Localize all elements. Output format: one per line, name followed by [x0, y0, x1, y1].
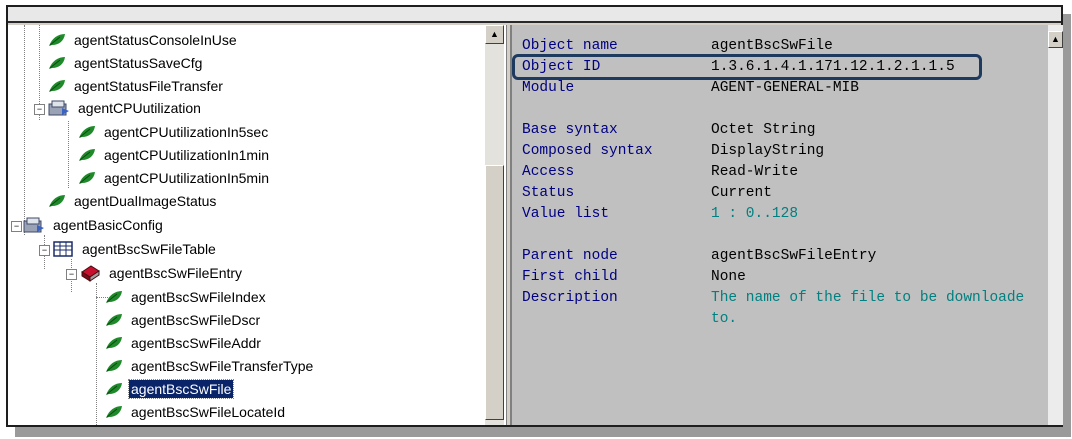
collapse-toggle[interactable]: − — [39, 245, 50, 256]
detail-key: Module — [522, 80, 575, 96]
mib-tree-pane: agentStatusConsoleInUse agentStatusSaveC… — [8, 25, 507, 425]
tree-item-label: agentCPUutilizationIn5sec — [104, 124, 269, 140]
leaf-icon — [79, 149, 95, 161]
tree-scrollbar[interactable]: ▲ — [485, 25, 504, 425]
tree-item[interactable]: agentBscSwFileLocateId — [105, 401, 287, 423]
tree-guide-line — [96, 283, 97, 425]
tree-item[interactable]: agentBscSwFileTable — [52, 238, 218, 260]
detail-key: Access — [522, 164, 575, 180]
collapse-toggle[interactable]: − — [34, 104, 45, 115]
tree-item[interactable]: agentBscSwFile — [105, 378, 235, 400]
leaf-icon — [106, 360, 122, 372]
scroll-up-button[interactable]: ▲ — [1048, 31, 1063, 48]
detail-key: First child — [522, 269, 618, 285]
leaf-icon — [49, 34, 65, 46]
detail-value: to. — [711, 311, 738, 327]
mib-browser-window: agentStatusConsoleInUse agentStatusSaveC… — [6, 5, 1063, 427]
detail-key: Composed syntax — [522, 143, 653, 159]
tree-item-label: agentBscSwFileLocateId — [131, 404, 286, 420]
detail-value: The name of the file to be downloade — [711, 290, 1025, 306]
tree-item[interactable]: agentBasicConfig — [23, 214, 165, 236]
tree-item[interactable]: agentCPUutilizationIn1min — [78, 144, 271, 166]
collapse-toggle[interactable]: − — [11, 221, 22, 232]
tree-item-label-selected: agentBscSwFile — [127, 379, 235, 399]
tree-item-label: agentStatusConsoleInUse — [74, 32, 237, 48]
tree-item-label: agentBscSwFileTable — [82, 241, 216, 257]
tree-item-label: agentCPUutilization — [78, 100, 201, 116]
detail-key: Object name — [522, 38, 618, 54]
window-shadow — [1063, 14, 1071, 436]
object-details-pane: Object name agentBscSwFile Object ID 1.3… — [510, 25, 1050, 425]
detail-value: Current — [711, 185, 772, 201]
leaf-icon — [106, 383, 122, 395]
leaf-icon — [79, 172, 95, 184]
detail-value: agentBscSwFileEntry — [711, 248, 877, 264]
detail-value: Read-Write — [711, 164, 799, 180]
leaf-icon — [106, 406, 122, 418]
tree-item-label: agentCPUutilizationIn5min — [104, 170, 269, 186]
leaf-icon — [106, 337, 122, 349]
leaf-icon — [49, 195, 65, 207]
collapse-toggle[interactable]: − — [66, 269, 77, 280]
tree-item-label: agentBscSwFileIndex — [131, 289, 266, 305]
tree-item[interactable]: agentCPUutilizationIn5sec — [78, 121, 270, 143]
tree-item[interactable]: agentStatusFileTransfer — [48, 75, 225, 97]
leaf-icon — [49, 57, 65, 69]
leaf-icon — [106, 291, 122, 303]
tree-item-label: agentBscSwFileAddr — [131, 335, 261, 351]
tree-item[interactable]: agentBscSwFileAddr — [105, 332, 263, 354]
table-icon — [53, 241, 73, 257]
leaf-icon — [106, 314, 122, 326]
tree-item-label: agentBscSwFileEntry — [109, 265, 243, 281]
tree-item-label: agentStatusFileTransfer — [74, 78, 223, 94]
leaf-icon — [79, 126, 95, 138]
detail-key: Base syntax — [522, 122, 618, 138]
tree-item-label: agentStatusSaveCfg — [74, 55, 203, 71]
detail-key: Status — [522, 185, 575, 201]
detail-value: Octet String — [711, 122, 816, 138]
tree-item-label: agentBscSwFileTransferType — [131, 358, 314, 374]
tree-item[interactable]: agentBscSwFileLoadType — [105, 423, 295, 425]
tree-guide-line — [24, 25, 25, 235]
leaf-icon — [49, 80, 65, 92]
tree-item[interactable]: agentStatusSaveCfg — [48, 52, 204, 74]
tree-item[interactable]: agentBscSwFileDscr — [105, 309, 262, 331]
object-id-highlight — [512, 54, 982, 80]
tree-guide-line — [68, 121, 69, 188]
tree-item-label: agentCPUutilizationIn1min — [104, 147, 269, 163]
window-shadow — [15, 427, 1071, 437]
detail-value: AGENT-GENERAL-MIB — [711, 80, 859, 96]
tree-item[interactable]: agentBscSwFileIndex — [105, 286, 268, 308]
tree-item[interactable]: agentStatusConsoleInUse — [48, 29, 239, 51]
tree-item[interactable]: agentBscSwFileEntry — [79, 262, 244, 284]
tree-item-label: agentBscSwFileDscr — [131, 312, 261, 328]
tree-item-label: agentBasicConfig — [53, 217, 163, 233]
scroll-up-button[interactable]: ▲ — [485, 25, 504, 44]
folder-icon — [23, 217, 44, 233]
detail-key: Value list — [522, 206, 610, 222]
detail-value: None — [711, 269, 746, 285]
detail-key: Parent node — [522, 248, 618, 264]
detail-key: Description — [522, 290, 618, 306]
tree-item[interactable]: agentCPUutilizationIn5min — [78, 167, 271, 189]
detail-value: agentBscSwFile — [711, 38, 833, 54]
entry-icon — [81, 265, 100, 282]
scroll-thumb[interactable] — [485, 165, 504, 420]
tree-item[interactable]: agentBscSwFileTransferType — [105, 355, 315, 377]
details-scrollbar[interactable]: ▲ — [1048, 25, 1063, 425]
detail-value: 1 : 0..128 — [711, 206, 799, 222]
tree-item[interactable]: agentCPUutilization — [48, 97, 203, 119]
tree-item-label: agentDualImageStatus — [74, 193, 217, 209]
folder-icon — [48, 100, 69, 116]
tree-item[interactable]: agentDualImageStatus — [48, 190, 218, 212]
detail-value: DisplayString — [711, 143, 825, 159]
window-top-bar — [8, 7, 1061, 23]
